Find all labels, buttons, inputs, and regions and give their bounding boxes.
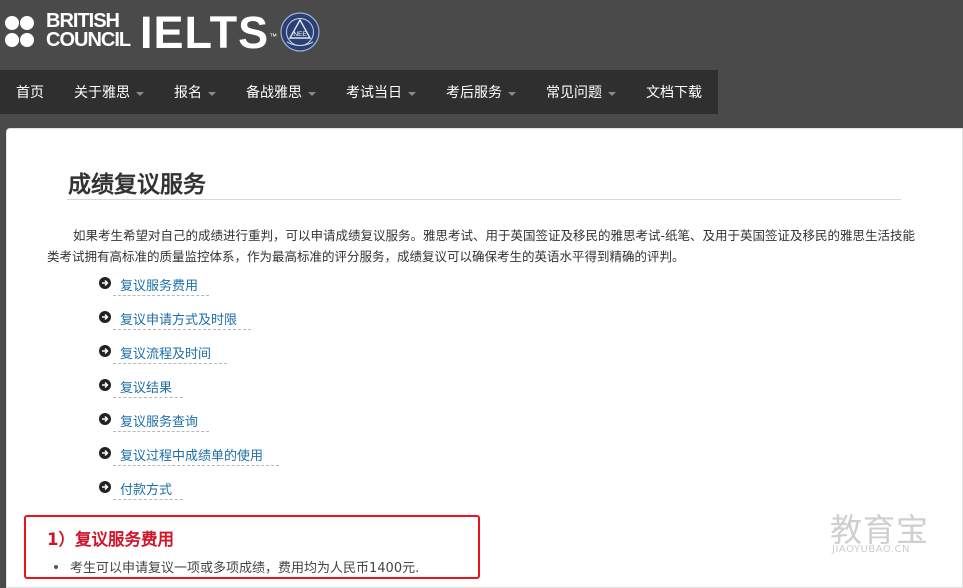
seal-text: NEE	[293, 31, 307, 38]
dashed-underline	[113, 329, 251, 330]
nav-item-prepare[interactable]: 备战雅思	[246, 70, 346, 114]
arrow-right-circle-icon	[99, 379, 111, 391]
toc-link-results[interactable]: 复议结果	[120, 377, 172, 396]
nav-item-label: 考后服务	[446, 85, 502, 101]
arrow-right-circle-icon	[99, 311, 111, 323]
toc-link-transcript-use[interactable]: 复议过程中成绩单的使用	[120, 445, 263, 464]
nav-item-test-day[interactable]: 考试当日	[346, 70, 446, 114]
dashed-underline	[113, 363, 227, 364]
ielts-wordmark: IELTS	[140, 7, 270, 58]
page-title: 成绩复议服务	[68, 172, 206, 198]
caret-down-icon	[408, 91, 416, 96]
nav-item-label: 考试当日	[346, 85, 402, 101]
nav-item-label: 首页	[16, 85, 44, 101]
nav-item-downloads[interactable]: 文档下载	[646, 70, 718, 114]
nav-item-label: 文档下载	[646, 85, 702, 101]
trademark-mark: ™	[269, 32, 279, 41]
arrow-right-circle-icon	[99, 413, 111, 425]
ielts-logo[interactable]: IELTS™	[140, 9, 278, 57]
dashed-underline	[113, 465, 279, 466]
toc-link-process[interactable]: 复议流程及时间	[120, 343, 211, 362]
main-nav: 首页 关于雅思 报名 备战雅思 考试当日 考后服务 常见问题 文档下载	[0, 70, 718, 114]
dashed-underline	[113, 295, 209, 296]
caret-down-icon	[136, 91, 144, 96]
arrow-right-circle-icon	[99, 481, 111, 493]
dashed-underline	[113, 397, 183, 398]
dashed-underline	[113, 431, 209, 432]
site-header: BRITISH COUNCIL IELTS™ NEE	[0, 0, 963, 70]
toc-link-query[interactable]: 复议服务查询	[120, 411, 198, 430]
arrow-right-circle-icon	[99, 447, 111, 459]
toc-link-payment[interactable]: 付款方式	[120, 479, 172, 498]
watermark-url: JIAOYUBAO.CN	[832, 544, 910, 555]
nav-item-label: 常见问题	[546, 85, 602, 101]
nav-item-register[interactable]: 报名	[174, 70, 246, 114]
neea-seal-icon[interactable]: NEE	[280, 12, 320, 52]
nav-item-label: 备战雅思	[246, 85, 302, 101]
nav-item-after-test[interactable]: 考后服务	[446, 70, 546, 114]
intro-paragraph: 如果考生希望对自己的成绩进行重判，可以申请成绩复议服务。雅思考试、用于英国签证及…	[47, 228, 916, 264]
british-council-wordmark[interactable]: BRITISH COUNCIL	[46, 11, 131, 51]
british-council-logo-icon[interactable]	[4, 13, 44, 53]
caret-down-icon	[608, 91, 616, 96]
caret-down-icon	[508, 91, 516, 96]
nav-item-label: 关于雅思	[74, 85, 130, 101]
nav-item-home[interactable]: 首页	[0, 70, 74, 114]
nav-item-faq[interactable]: 常见问题	[546, 70, 646, 114]
dashed-underline	[113, 499, 183, 500]
toc-link-application[interactable]: 复议申请方式及时限	[120, 309, 237, 328]
caret-down-icon	[308, 91, 316, 96]
caret-down-icon	[208, 91, 216, 96]
title-divider	[67, 199, 901, 200]
fee-bullet-text: 考生可以申请复议一项或多项成绩，费用均为人民币1400元.	[70, 561, 420, 576]
arrow-right-circle-icon	[99, 345, 111, 357]
section-heading-fees: 1）复议服务费用	[47, 530, 174, 549]
brand-line-2: COUNCIL	[46, 29, 131, 51]
nav-item-label: 报名	[174, 85, 202, 101]
nav-item-about-ielts[interactable]: 关于雅思	[74, 70, 174, 114]
toc-link-fees[interactable]: 复议服务费用	[120, 275, 198, 294]
bullet-dot-icon	[54, 565, 58, 569]
arrow-right-circle-icon	[99, 277, 111, 289]
